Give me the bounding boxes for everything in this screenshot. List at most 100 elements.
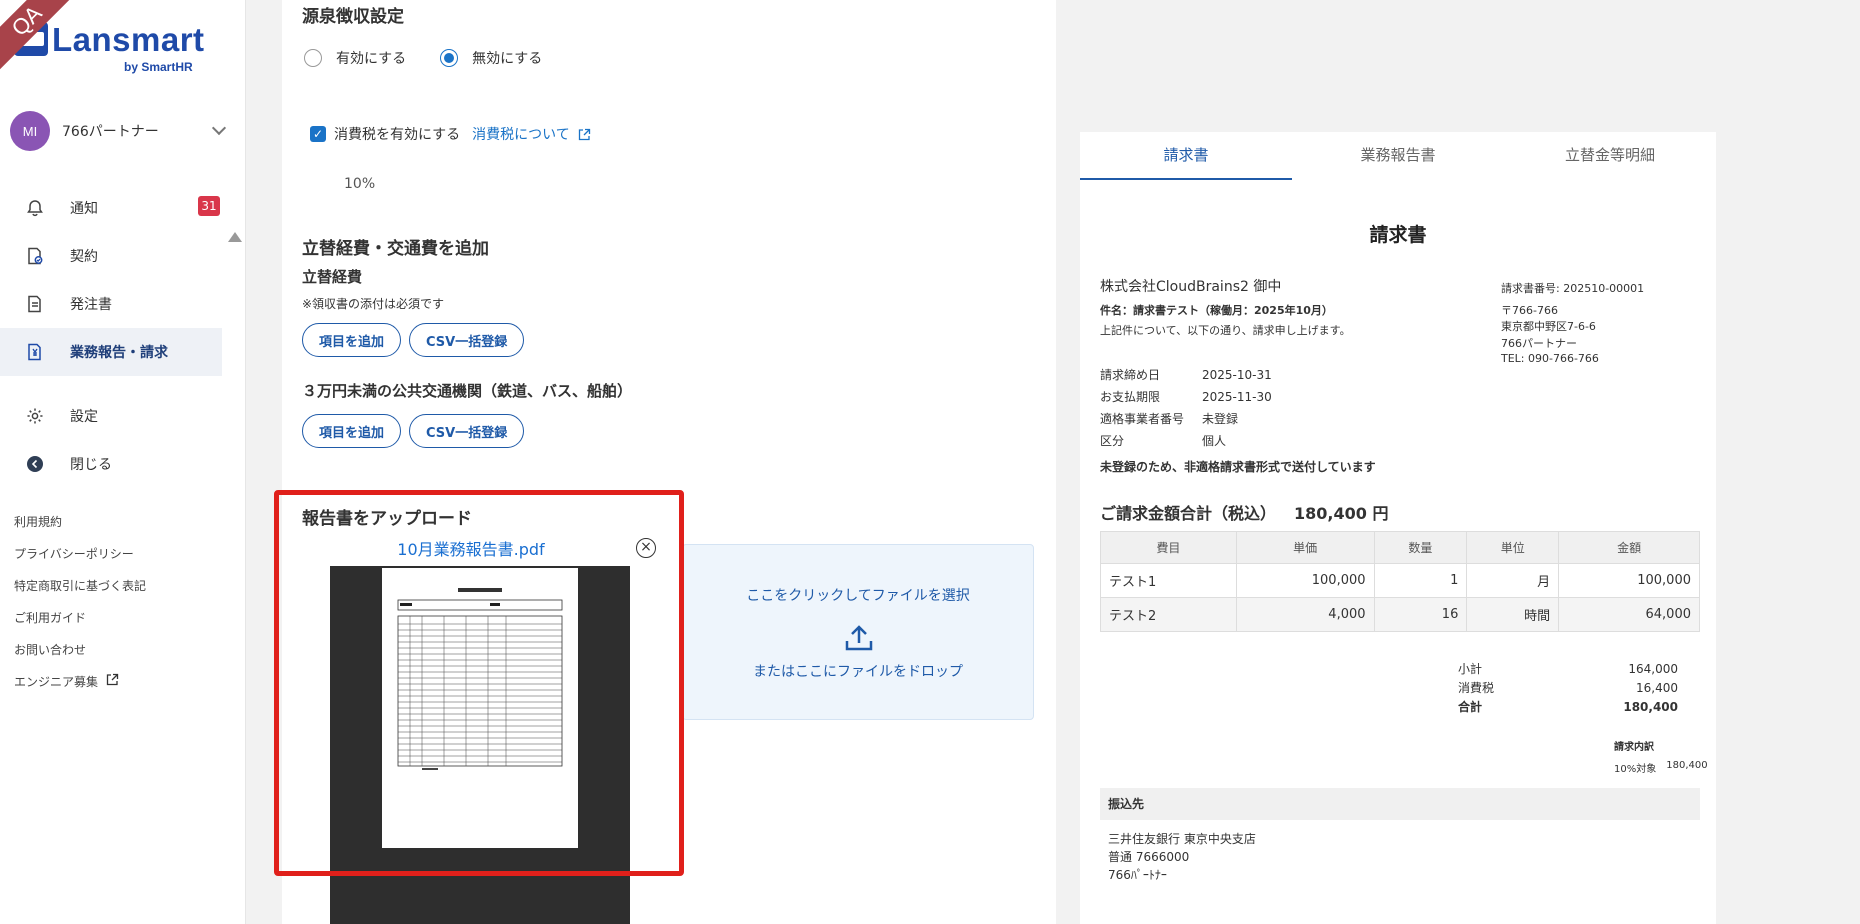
meta-key: 区分: [1100, 434, 1125, 448]
summary-key: 合計: [1458, 700, 1483, 714]
meta-row: 請求締め日 2025-10-31: [1100, 364, 1272, 386]
table-row: テスト1 100,000 1 月 100,000: [1100, 563, 1700, 598]
external-link-icon: [106, 672, 119, 692]
contract-icon: [26, 247, 44, 265]
table-cell: 16: [1373, 597, 1468, 632]
invoice-items-table: 費目 単価 数量 単位 金額 テスト1 100,000 1 月 100,000 …: [1100, 531, 1700, 632]
column-header: 単位: [1466, 531, 1560, 564]
bank-holder: 766ﾊﾟｰﾄﾅｰ: [1108, 868, 1167, 882]
add-expense-button[interactable]: 項目を追加: [302, 323, 402, 357]
logo-subtitle: by SmartHR: [124, 60, 193, 74]
upload-icon: [844, 623, 874, 657]
invoice-title: 請求書: [1369, 224, 1427, 246]
tax-rate: 10%: [344, 176, 376, 192]
radio-enable[interactable]: [304, 49, 322, 67]
sidebar-item-contract[interactable]: 契約: [0, 232, 222, 280]
expenses-title: 立替経費・交通費を追加: [302, 239, 489, 259]
sidebar: QA Lansmart by SmartHR MI 766パートナー 通知 31…: [0, 0, 246, 924]
csv-import-button[interactable]: CSV一括登録: [409, 323, 525, 357]
summary-key: 消費税: [1458, 681, 1495, 695]
expenses-subtitle: 立替経費: [302, 268, 363, 286]
column-header: 金額: [1558, 531, 1700, 564]
sidebar-item-label: 通知: [70, 201, 98, 217]
table-cell: 64,000: [1558, 597, 1700, 632]
bank-details: 三井住友銀行 東京中央支店 普通 7666000 766ﾊﾟｰﾄﾅｰ: [1108, 830, 1256, 884]
sidebar-item-report-invoice[interactable]: 業務報告・請求: [0, 328, 222, 376]
sidebar-item-label: 契約: [70, 249, 98, 265]
summary-value: 16,400: [1636, 681, 1678, 695]
transit-buttons: 項目を追加 CSV一括登録: [302, 414, 532, 448]
table-cell: 月: [1466, 563, 1560, 598]
footer-link-recruit[interactable]: エンジニア募集: [14, 666, 146, 698]
withholding-options: 有効にする 無効にする: [304, 48, 542, 68]
summary-key: 小計: [1458, 662, 1483, 676]
table-cell: 100,000: [1558, 563, 1700, 598]
footer-link[interactable]: ご利用ガイド: [14, 602, 146, 634]
transit-csv-import-button[interactable]: CSV一括登録: [409, 414, 525, 448]
invoice-icon: [26, 343, 44, 361]
preview-tabs: 請求書 業務報告書 立替金等明細: [1080, 132, 1716, 180]
logo-text: Lansmart: [52, 21, 205, 58]
table-row: テスト2 4,000 16 時間 64,000: [1100, 597, 1700, 632]
summary-row: 消費税 16,400: [1458, 679, 1678, 698]
sidebar-item-close[interactable]: 閉じる: [0, 440, 222, 488]
sidebar-item-order[interactable]: 発注書: [0, 280, 222, 328]
radio-disable[interactable]: [440, 49, 459, 67]
avatar: MI: [10, 111, 50, 151]
table-cell: テスト2: [1100, 597, 1237, 632]
close-sidebar-icon: [26, 455, 44, 473]
receipt-note: ※領収書の添付は必須です: [302, 297, 445, 311]
issuer-address: 東京都中野区7-6-6: [1501, 320, 1596, 333]
meta-key: お支払期限: [1100, 390, 1161, 404]
meta-key: 請求締め日: [1100, 368, 1161, 382]
meta-value: 未登録: [1202, 412, 1239, 426]
file-dropzone[interactable]: ここをクリックしてファイルを選択 またはここにファイルをドロップ: [682, 544, 1034, 720]
tax-checkbox[interactable]: ✓: [310, 126, 326, 142]
table-cell: 時間: [1466, 597, 1560, 632]
external-link-icon: [578, 128, 591, 141]
tax-checkbox-label: 消費税を有効にする: [334, 127, 461, 143]
table-cell: 4,000: [1235, 597, 1375, 632]
footer-link[interactable]: プライバシーポリシー: [14, 538, 146, 570]
total-value: 180,400 円: [1294, 504, 1389, 523]
breakdown-value: 180,400: [1666, 760, 1708, 771]
tax-row: ✓ 消費税を有効にする 消費税について: [310, 124, 591, 144]
main-form: 源泉徴収設定 有効にする 無効にする ✓ 消費税を有効にする 消費税について 1…: [274, 0, 1056, 924]
breakdown-row: 10%対象 180,400: [1614, 760, 1708, 775]
add-transit-button[interactable]: 項目を追加: [302, 414, 402, 448]
column-header: 数量: [1373, 531, 1468, 564]
footer-link[interactable]: 利用規約: [14, 506, 146, 538]
meta-key: 適格事業者番号: [1100, 412, 1185, 426]
bank-title: 振込先: [1100, 788, 1700, 820]
transit-title: ３万円未満の公共交通機関（鉄道、バス、船舶）: [302, 382, 633, 400]
select-file-text: ここをクリックしてファイルを選択: [746, 588, 970, 604]
tab-expense-detail[interactable]: 立替金等明細: [1504, 132, 1716, 180]
footer-link[interactable]: 特定商取引に基づく表記: [14, 570, 146, 602]
remove-file-icon[interactable]: ×: [636, 538, 656, 558]
column-header: 単価: [1235, 531, 1375, 564]
invoice-subject: 件名：請求書テスト（稼働月：2025年10月）: [1100, 304, 1333, 317]
footer-link-label: エンジニア募集: [14, 675, 99, 689]
invoice-meta: 請求締め日 2025-10-31 お支払期限 2025-11-30 適格事業者番号 未…: [1100, 364, 1272, 452]
document-icon: [26, 295, 44, 313]
table-header-row: 費目 単価 数量 単位 金額: [1100, 531, 1700, 564]
uploaded-file-name[interactable]: 10月業務報告書.pdf: [356, 536, 586, 560]
breakdown-key: 10%対象: [1614, 764, 1657, 775]
logo[interactable]: Lansmart: [14, 22, 205, 58]
sidebar-item-label: 発注書: [70, 297, 112, 313]
tab-report[interactable]: 業務報告書: [1292, 132, 1504, 180]
scroll-up-arrow-icon[interactable]: [228, 232, 242, 242]
table-cell: 100,000: [1235, 563, 1375, 598]
sidebar-item-notifications[interactable]: 通知 31: [0, 184, 222, 232]
meta-value: 個人: [1202, 434, 1227, 448]
table-cell: 1: [1373, 563, 1468, 598]
user-name: 766パートナー: [62, 124, 159, 140]
footer-link[interactable]: お問い合わせ: [14, 634, 146, 666]
user-menu[interactable]: MI 766パートナー: [10, 111, 232, 151]
tax-info-link[interactable]: 消費税について: [472, 124, 570, 144]
notification-badge: 31: [198, 196, 220, 216]
sidebar-item-settings[interactable]: 設定: [0, 392, 222, 440]
meta-row: 適格事業者番号 未登録: [1100, 408, 1272, 430]
tab-invoice[interactable]: 請求書: [1080, 132, 1292, 180]
